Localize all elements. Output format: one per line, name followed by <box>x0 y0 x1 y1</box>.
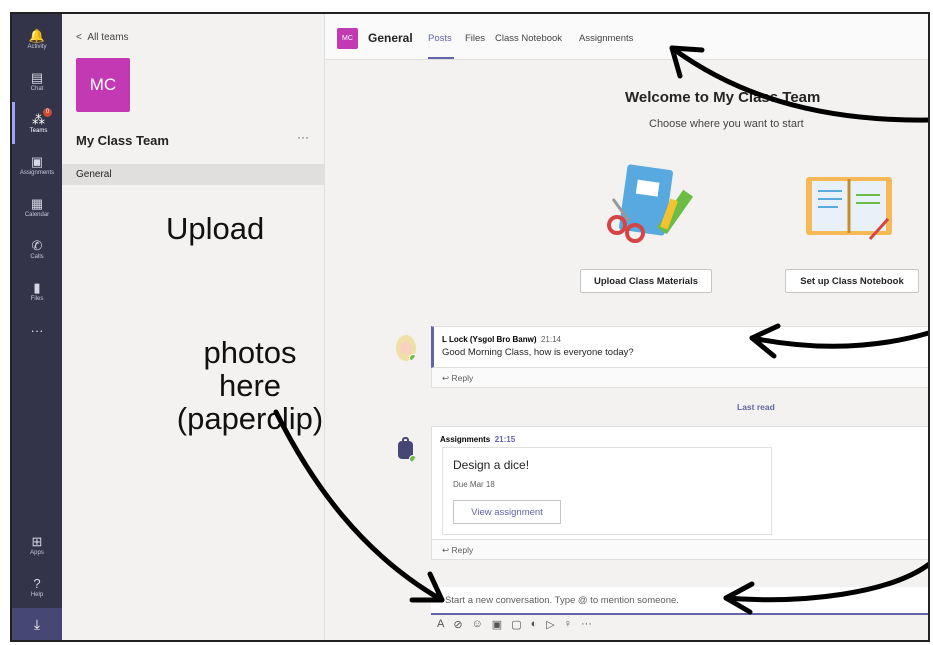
teams-window: 🔔 Activity ▤ Chat ⁂ Teams 0 ▣ Assignment… <box>10 12 930 642</box>
annotation-arrows <box>273 45 928 615</box>
